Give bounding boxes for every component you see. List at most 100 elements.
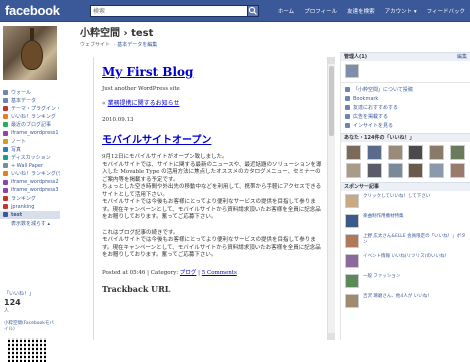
sidebar-item-icon (3, 212, 8, 218)
fans-grid (341, 142, 470, 182)
page-action-link[interactable]: 「小粋空間」について投稿 (341, 85, 470, 94)
ads-header: スポンサー記事 (341, 182, 470, 191)
fan-item[interactable] (344, 163, 363, 179)
sponsored-item[interactable]: 楽曲制作用機材特集 (341, 211, 470, 231)
sidebar-item[interactable]: 表示数を減らす ▴ (0, 219, 60, 227)
edit-info-text[interactable]: 基本データを編集 (117, 42, 157, 48)
edit-info-link[interactable]: · 基本データを編集 (114, 41, 157, 48)
page-actions: 「小粋空間」について投稿 Bookmark 友達におすすめする 広告を掲載する インサイ… (341, 82, 470, 130)
fan-avatar (345, 163, 361, 178)
sidebar-item[interactable]: jpranking (0, 203, 60, 211)
post-date: 2010.09.13 (102, 117, 134, 123)
nav-home[interactable]: ホーム (273, 7, 299, 15)
sidebar-item[interactable]: iframe_wordpress1 (0, 129, 60, 137)
sidebar-item[interactable]: 基本データ (0, 96, 60, 104)
search-input[interactable] (90, 5, 248, 17)
fan-item[interactable] (448, 163, 467, 179)
blog-iframe: My First Blog Just another WordPress sit… (93, 57, 335, 340)
sidebar-item-icon (3, 97, 8, 103)
fan-avatar (366, 145, 382, 160)
sidebar-item[interactable]: iframe_wordpress3 (0, 186, 60, 194)
fan-unit: 人 (4, 308, 10, 314)
fan-item[interactable] (365, 163, 384, 179)
sidebar-item-icon (3, 155, 8, 161)
post-paragraph-1: 9月12日にモバイルサイトがオープン致しました。 モバイルサイトでは、サイトに関… (102, 154, 322, 220)
ad-thumbnail (345, 254, 359, 268)
category-link[interactable]: ブログ (180, 270, 197, 276)
nav-find-friends[interactable]: 友達を検索 (342, 7, 380, 15)
page-action-link[interactable]: インサイトを見る (341, 121, 470, 130)
left-column: ウォール基本データテーマ・プラグイン・機能いいね！ランキング最近のブログ記事if… (0, 22, 60, 362)
sidebar-item-icon (3, 146, 8, 152)
sidebar-item[interactable]: ディスカッション (0, 154, 60, 162)
scroll-thumb[interactable] (329, 66, 334, 136)
scroll-up-arrow[interactable] (328, 57, 335, 64)
facebook-logo[interactable]: facebook (5, 3, 60, 18)
sidebar-item[interactable]: テーマ・プラグイン・機能 (0, 104, 60, 112)
sidebar-item-label: 表示数を減らす ▴ (11, 220, 50, 227)
sponsored-item[interactable]: イベント情報 いいね(リツリス)のいいね！ (341, 251, 470, 271)
sidebar-item[interactable]: いいね！ランキング(デバッグ用) (0, 170, 60, 178)
ad-text: イベント情報 いいね(リツリス)のいいね！ (363, 254, 449, 259)
fan-label[interactable]: 「いいね！」 (4, 290, 58, 297)
ad-thumbnail (345, 274, 359, 288)
sidebar-item-icon (3, 204, 8, 210)
fan-item[interactable] (427, 145, 446, 161)
sidebar-item[interactable]: ノート (0, 137, 60, 145)
comments-link[interactable]: 5 Comments (202, 270, 237, 276)
post-title[interactable]: モバイルサイトオープン (102, 131, 324, 146)
sidebar-item-label: 最近のブログ記事 (11, 122, 52, 129)
scroll-down-arrow[interactable] (328, 333, 335, 340)
fan-item[interactable] (407, 163, 426, 179)
sidebar-item[interactable]: iframe_wordpress2 (0, 178, 60, 186)
fan-item[interactable] (344, 145, 363, 161)
sidebar-item-label: 写真 (11, 146, 22, 153)
search-icon[interactable] (247, 5, 259, 17)
fan-avatar (408, 163, 424, 178)
fan-item[interactable] (365, 145, 384, 161)
ad-text: 一般 ファッション (363, 274, 401, 279)
sidebar-item-icon (3, 163, 8, 169)
sidebar-item[interactable]: ランキング (0, 194, 60, 202)
page-action-label: 友達におすすめする (353, 105, 399, 111)
sidebar-item[interactable]: いいね！ランキング (0, 113, 60, 121)
fan-item[interactable] (407, 145, 426, 161)
fan-avatar (345, 145, 361, 160)
sidebar-item-label: ウォール (11, 89, 32, 96)
scrollbar[interactable] (327, 57, 335, 340)
previous-post-link[interactable]: 業務提携に関するお知らせ (108, 100, 180, 107)
page-action-label: 広告を掲載する (353, 114, 389, 120)
sponsored-item[interactable]: 上野 広太さん&ELLE 会員限定の「いいね！」ボタン (341, 231, 470, 251)
sponsored-item[interactable]: クリックしていいね！して下さい (341, 191, 470, 211)
sidebar-item[interactable]: test (0, 210, 60, 219)
fan-item[interactable] (427, 163, 446, 179)
sidebar-item[interactable]: 写真 (0, 145, 60, 153)
page-action-link[interactable]: 友達におすすめする (341, 103, 470, 112)
page-action-link[interactable]: 広告を掲載する (341, 112, 470, 121)
edit-admins-link[interactable]: 編集 (457, 53, 467, 61)
sidebar-item-icon (3, 89, 8, 95)
fan-item[interactable] (386, 145, 405, 161)
sidebar-item[interactable]: + Wall Paper (0, 162, 60, 170)
action-icon (345, 105, 350, 110)
sidebar-item-icon (3, 196, 8, 202)
nav-feedback[interactable]: フィードバック (422, 7, 470, 15)
sidebar-item-icon (3, 138, 8, 144)
sidebar-item[interactable]: 最近のブログ記事 (0, 121, 60, 129)
nav-account[interactable]: アカウント ▾ (380, 7, 422, 15)
sidebar-item-icon (3, 105, 8, 111)
mobile-link[interactable]: 小粋空間(Facebookモバイル) (4, 320, 58, 332)
nav-profile[interactable]: プロフィール (299, 7, 342, 15)
blog-title[interactable]: My First Blog (102, 65, 324, 79)
sponsored-item[interactable]: 吉沢 琢磨さん、他4人が いいね！ (341, 291, 470, 311)
ads-header-label: スポンサー記事 (344, 184, 380, 190)
sidebar-item[interactable]: ウォール (0, 88, 60, 96)
fan-item[interactable] (386, 163, 405, 179)
profile-picture[interactable] (3, 26, 57, 80)
sponsored-item[interactable]: 一般 ファッション (341, 271, 470, 291)
admin-avatar[interactable] (345, 64, 359, 78)
fan-avatar (429, 145, 445, 160)
blog-tagline: Just another WordPress site (102, 86, 180, 92)
fan-item[interactable] (448, 145, 467, 161)
page-action-link[interactable]: Bookmark (341, 94, 470, 103)
